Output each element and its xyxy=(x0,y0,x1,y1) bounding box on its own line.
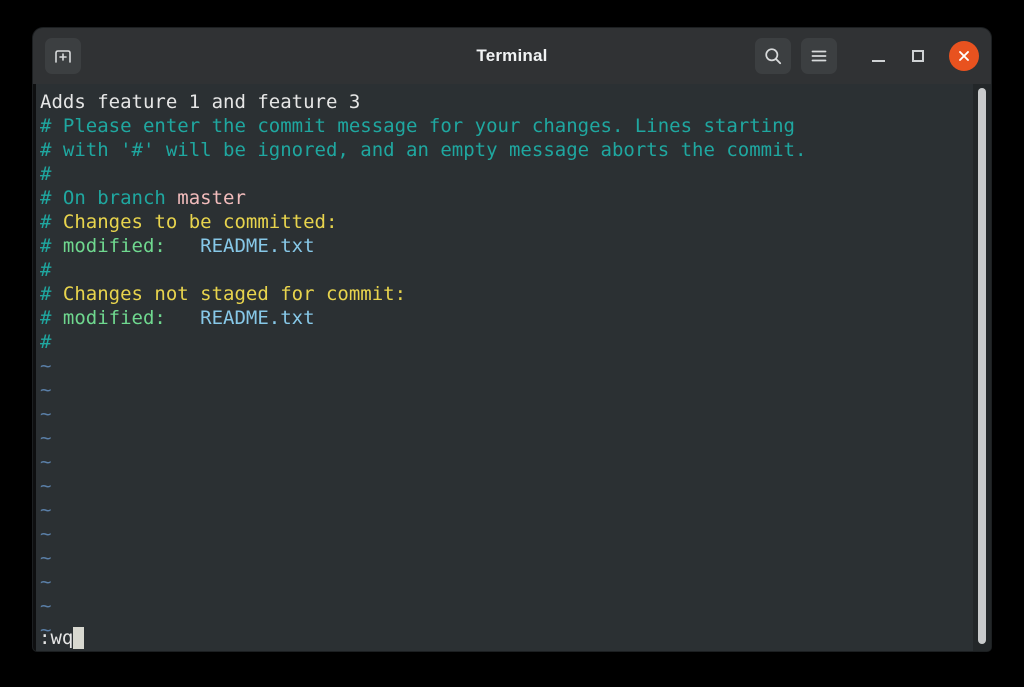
terminal-line: # xyxy=(37,330,991,354)
maximize-icon xyxy=(912,50,924,62)
vim-command-line[interactable]: :wq xyxy=(36,625,991,651)
terminal-line: ~ xyxy=(37,546,991,570)
title-bar[interactable]: Terminal xyxy=(33,28,991,84)
line-segment: # xyxy=(40,259,52,281)
line-segment: # xyxy=(40,163,52,185)
line-segment: Adds feature 1 and feature 3 xyxy=(40,91,361,113)
terminal-line: Adds feature 1 and feature 3 xyxy=(37,90,991,114)
screen: Terminal Adds feature 1 and feature 3 # … xyxy=(0,0,1024,687)
terminal-line: ~ xyxy=(37,426,991,450)
terminal-line: # Changes not staged for commit: xyxy=(37,282,991,306)
terminal-line: ~ xyxy=(37,594,991,618)
line-segment: README.txt xyxy=(200,307,315,329)
line-segment: ~ xyxy=(40,427,52,449)
line-segment: ~ xyxy=(40,355,52,377)
line-segment: ~ xyxy=(40,475,52,497)
line-segment: # xyxy=(40,187,63,209)
command-text: :wq xyxy=(39,627,74,649)
terminal-line: # with '#' will be ignored, and an empty… xyxy=(37,138,991,162)
terminal-line: ~ xyxy=(37,474,991,498)
terminal-line: # xyxy=(37,162,991,186)
line-segment: ~ xyxy=(40,571,52,593)
line-segment: ~ xyxy=(40,523,52,545)
terminal-line: # Changes to be committed: xyxy=(37,210,991,234)
line-segment: # with '#' will be ignored, and an empty… xyxy=(40,139,807,161)
terminal-line: ~ xyxy=(37,402,991,426)
hamburger-menu-icon xyxy=(811,50,827,62)
terminal-line: # On branch master xyxy=(37,186,991,210)
terminal-line: ~ xyxy=(37,570,991,594)
terminal-line: # Please enter the commit message for yo… xyxy=(37,114,991,138)
line-segment: ~ xyxy=(40,499,52,521)
scrollbar-thumb[interactable] xyxy=(978,88,986,644)
line-segment: master xyxy=(177,187,246,209)
terminal-line: ~ xyxy=(37,522,991,546)
close-button[interactable] xyxy=(949,41,979,71)
terminal-line: ~ xyxy=(37,378,991,402)
terminal-line: # modified: README.txt xyxy=(37,306,991,330)
menu-button[interactable] xyxy=(801,38,837,74)
line-segment: # xyxy=(40,211,63,233)
line-segment: ~ xyxy=(40,595,52,617)
terminal-line: # xyxy=(37,258,991,282)
terminal-line: ~ xyxy=(37,450,991,474)
line-segment: ~ xyxy=(40,451,52,473)
line-segment: README.txt xyxy=(200,235,315,257)
maximize-button[interactable] xyxy=(903,41,933,71)
text-cursor xyxy=(73,627,85,649)
scrollbar-track[interactable] xyxy=(973,84,991,651)
line-segment: Changes not staged for commit: xyxy=(62,283,407,305)
new-tab-icon xyxy=(55,50,71,63)
close-icon xyxy=(959,51,969,61)
line-segment: modified: xyxy=(62,235,201,257)
window-controls xyxy=(755,38,979,74)
terminal-body[interactable]: Adds feature 1 and feature 3 # Please ent… xyxy=(33,84,991,651)
vim-lines: Adds feature 1 and feature 3 # Please ent… xyxy=(37,90,991,642)
line-segment: ~ xyxy=(40,547,52,569)
new-tab-button[interactable] xyxy=(45,38,81,74)
search-button[interactable] xyxy=(755,38,791,74)
minimize-button[interactable] xyxy=(863,41,893,71)
line-segment: Changes to be committed: xyxy=(62,211,338,233)
terminal-line: # modified: README.txt xyxy=(37,234,991,258)
line-segment: # xyxy=(40,307,63,329)
line-segment: # xyxy=(40,331,52,353)
line-segment: # xyxy=(40,235,63,257)
line-segment: modified: xyxy=(62,307,201,329)
terminal-line: ~ xyxy=(37,354,991,378)
vim-buffer[interactable]: Adds feature 1 and feature 3 # Please ent… xyxy=(33,90,991,651)
terminal-window: Terminal Adds feature 1 and feature 3 # … xyxy=(33,28,991,651)
line-segment: ~ xyxy=(40,379,52,401)
line-segment: # xyxy=(40,283,63,305)
line-segment: On branch xyxy=(62,187,178,209)
minimize-icon xyxy=(871,59,885,62)
line-segment: # Please enter the commit message for yo… xyxy=(40,115,795,137)
search-icon xyxy=(765,48,782,65)
line-segment: ~ xyxy=(40,403,52,425)
terminal-line: ~ xyxy=(37,498,991,522)
